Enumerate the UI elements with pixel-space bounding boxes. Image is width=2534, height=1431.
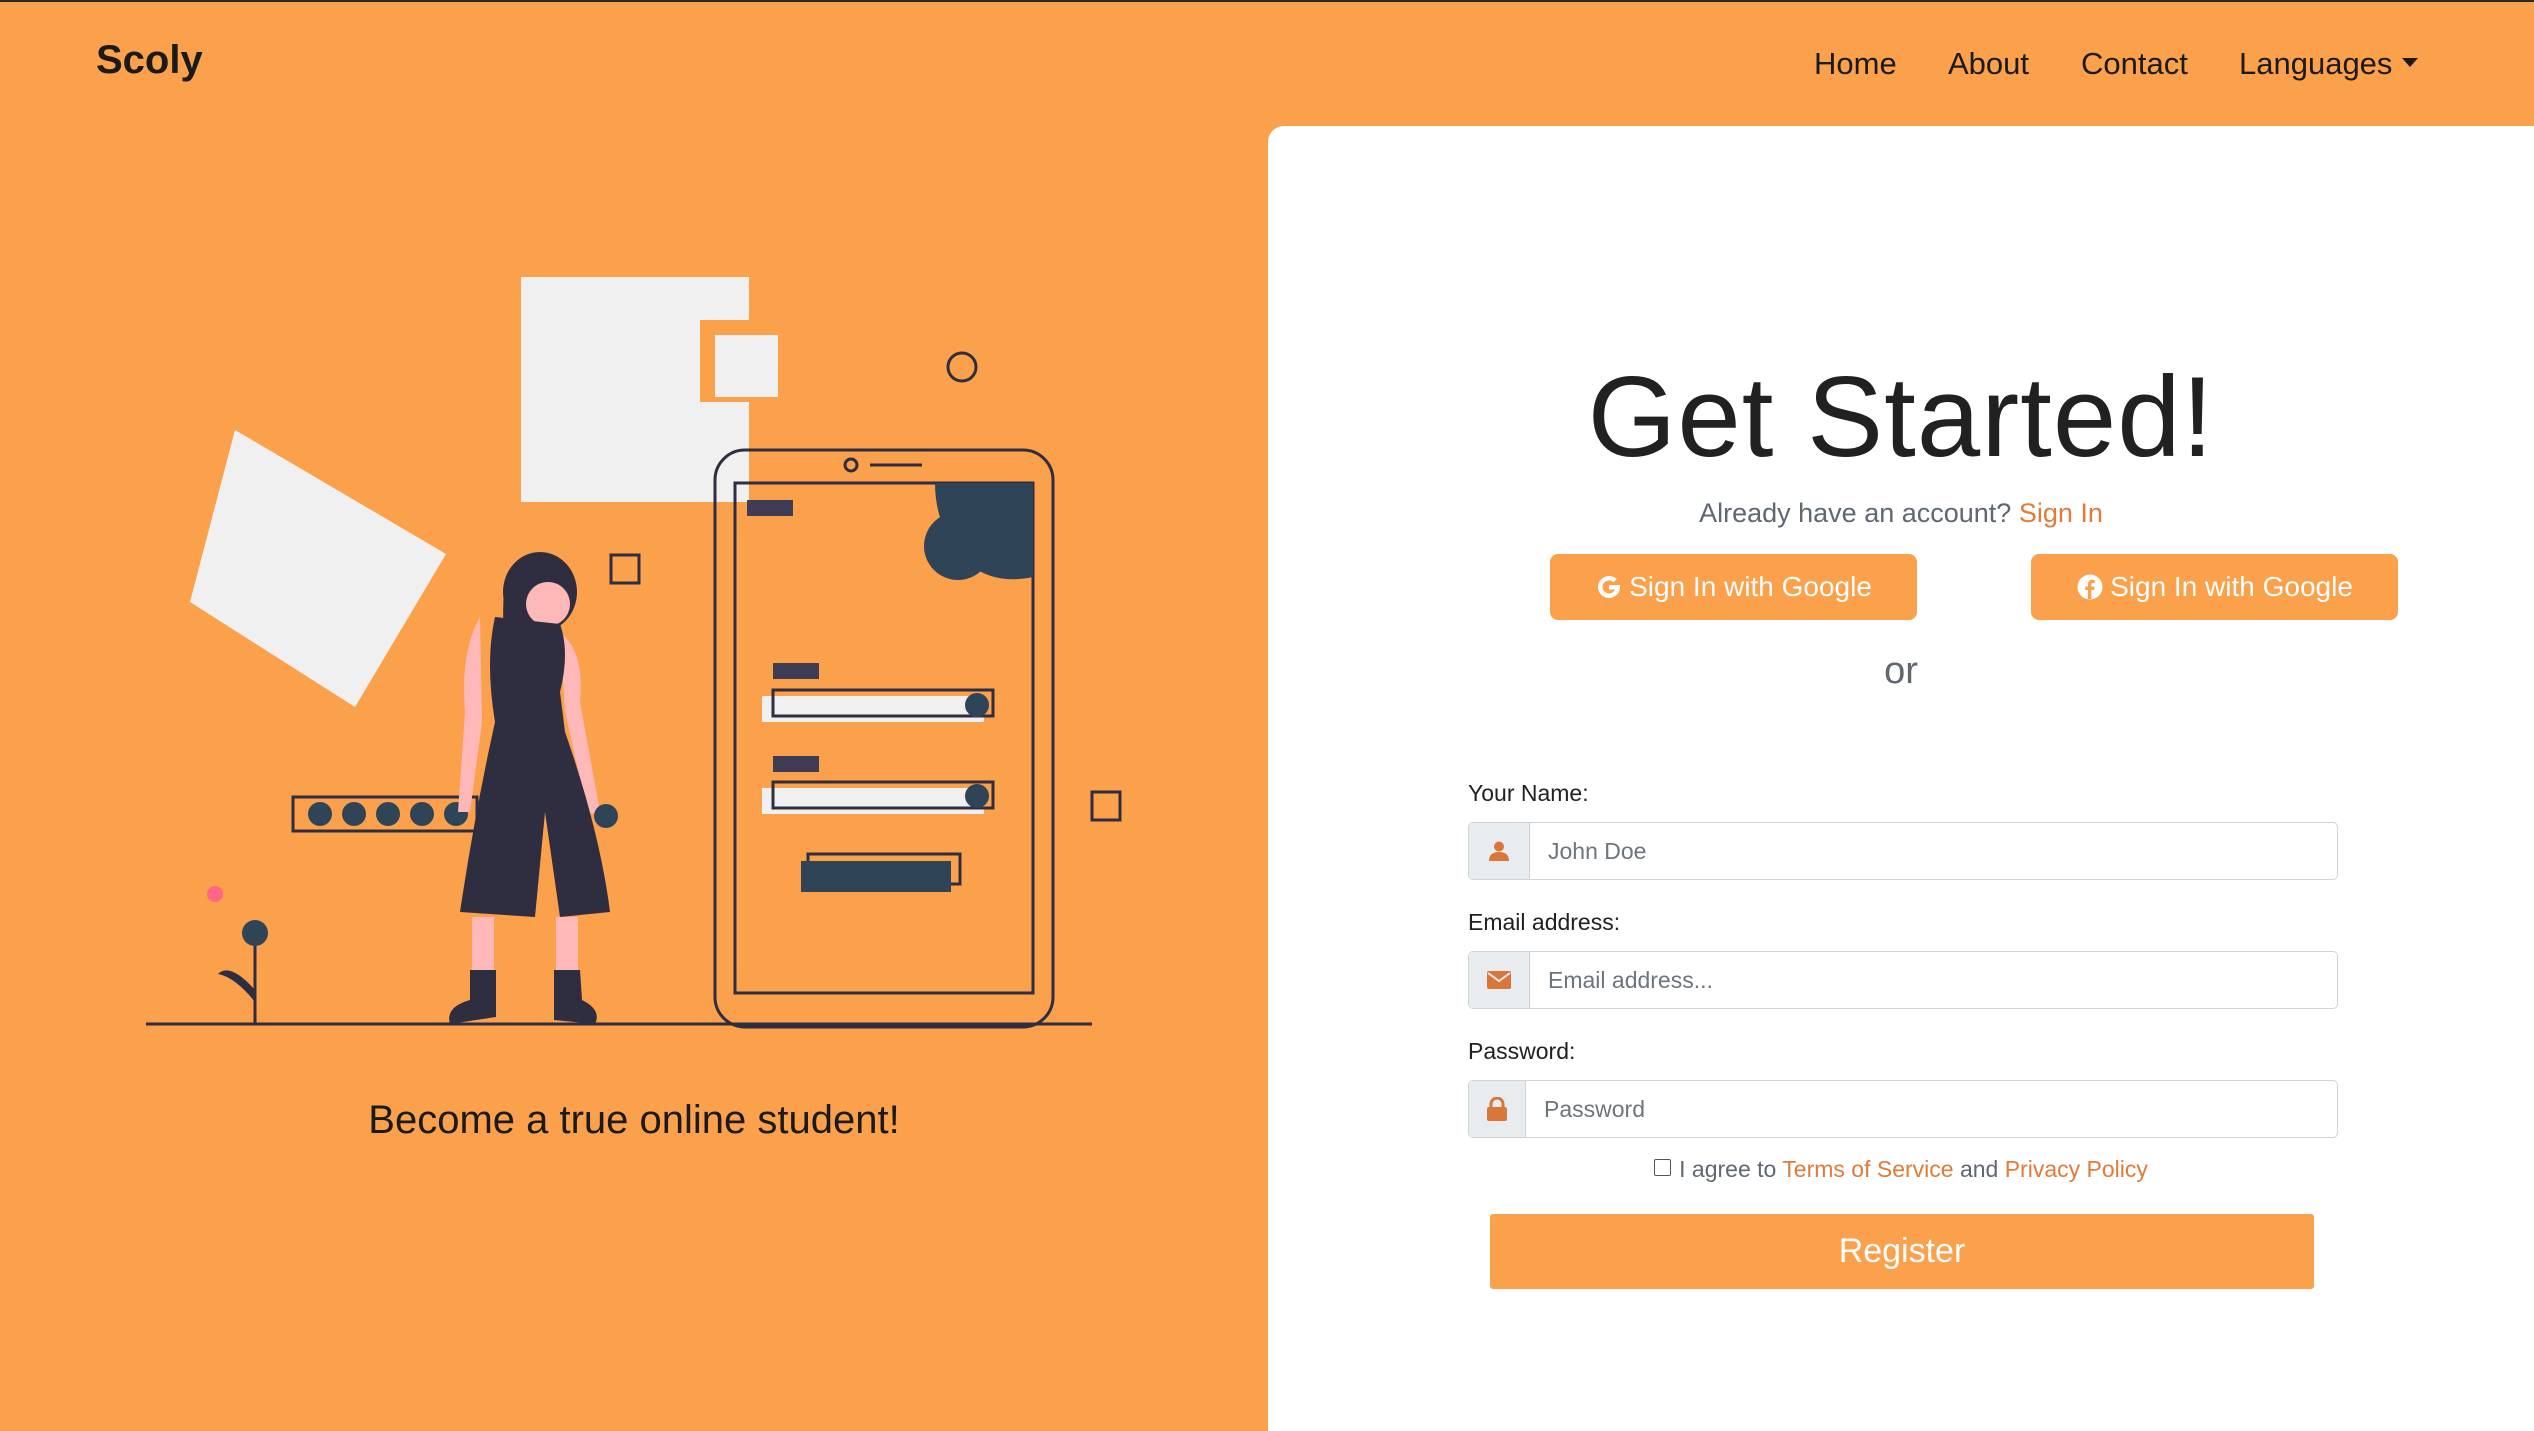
facebook-sign-in-button[interactable]: Sign In with Google [2031,554,2398,620]
phone-button [801,861,951,892]
phone-label-2 [773,756,819,772]
password-label: Password: [1468,1038,1576,1064]
terms-of-service-link[interactable]: Terms of Service [1782,1156,1953,1182]
phone-bar [747,500,793,516]
signup-panel: Get Started! Already have an account? Si… [1268,126,2534,1431]
decor-square-small [715,335,778,397]
decor-diamond [190,430,446,707]
hero-tagline: Become a true online student! [368,1098,900,1142]
email-input-group [1468,951,2338,1009]
sign-in-link[interactable]: Sign In [2019,498,2103,528]
phone-field-2 [762,788,984,814]
password-input-group [1468,1080,2338,1138]
nav-contact[interactable]: Contact [2081,46,2188,82]
lock-icon [1469,1081,1526,1137]
brand-logo[interactable]: Scoly [96,38,203,83]
decor-square-outline-2 [1090,790,1122,822]
nav-about[interactable]: About [1948,46,2029,82]
signup-illustration [146,277,1122,1029]
email-field[interactable] [1530,952,2337,1008]
name-field[interactable] [1530,823,2337,879]
phone-field-2-dot [965,784,989,808]
name-label: Your Name: [1468,780,1589,806]
terms-row: I agree to Terms of Service and Privacy … [1268,1156,2534,1183]
woman-held-dot [594,804,618,828]
decor-circle [946,351,978,383]
terms-prefix: I agree to [1679,1156,1777,1182]
or-divider: or [1884,650,1918,692]
google-sign-in-label: Sign In with Google [1629,571,1872,602]
register-button[interactable]: Register [1490,1214,2314,1289]
phone-field-1 [762,696,984,722]
phone-label-1 [773,663,819,679]
navbar: Scoly Home About Contact Languages [0,2,2534,126]
terms-checkbox[interactable] [1654,1159,1672,1177]
nav-languages-label: Languages [2239,46,2393,81]
nav-languages-dropdown[interactable]: Languages [2239,46,2419,82]
plant-bud [242,920,268,946]
email-label: Email address: [1468,909,1621,935]
woman-face [526,582,570,626]
phone-camera [843,457,859,473]
user-icon [1469,823,1530,879]
terms-and: and [1959,1156,1999,1182]
already-account-label: Already have an account? [1699,498,2012,528]
password-field[interactable] [1526,1081,2337,1137]
envelope-icon [1469,952,1530,1008]
plant-leaf [218,970,255,1002]
facebook-sign-in-label: Sign In with Google [2110,571,2353,602]
woman-left-arm [458,617,482,812]
privacy-policy-link[interactable]: Privacy Policy [2005,1156,2148,1182]
nav-home[interactable]: Home [1814,46,1897,82]
woman-right-boot [554,970,597,1024]
decor-square-outline-1 [609,553,641,585]
google-sign-in-button[interactable]: Sign In with Google [1550,554,1917,620]
decor-dot-pink [207,886,223,902]
woman-left-boot [449,970,496,1024]
page-title: Get Started! [1587,354,2215,481]
already-account-text: Already have an account? Sign In [1268,498,2534,529]
phone-field-1-dot [965,693,989,717]
facebook-icon [2076,573,2104,601]
caret-down-icon [2402,58,2419,68]
google-icon [1595,573,1623,601]
name-input-group [1468,822,2338,880]
phone-blob-circle [924,512,992,580]
